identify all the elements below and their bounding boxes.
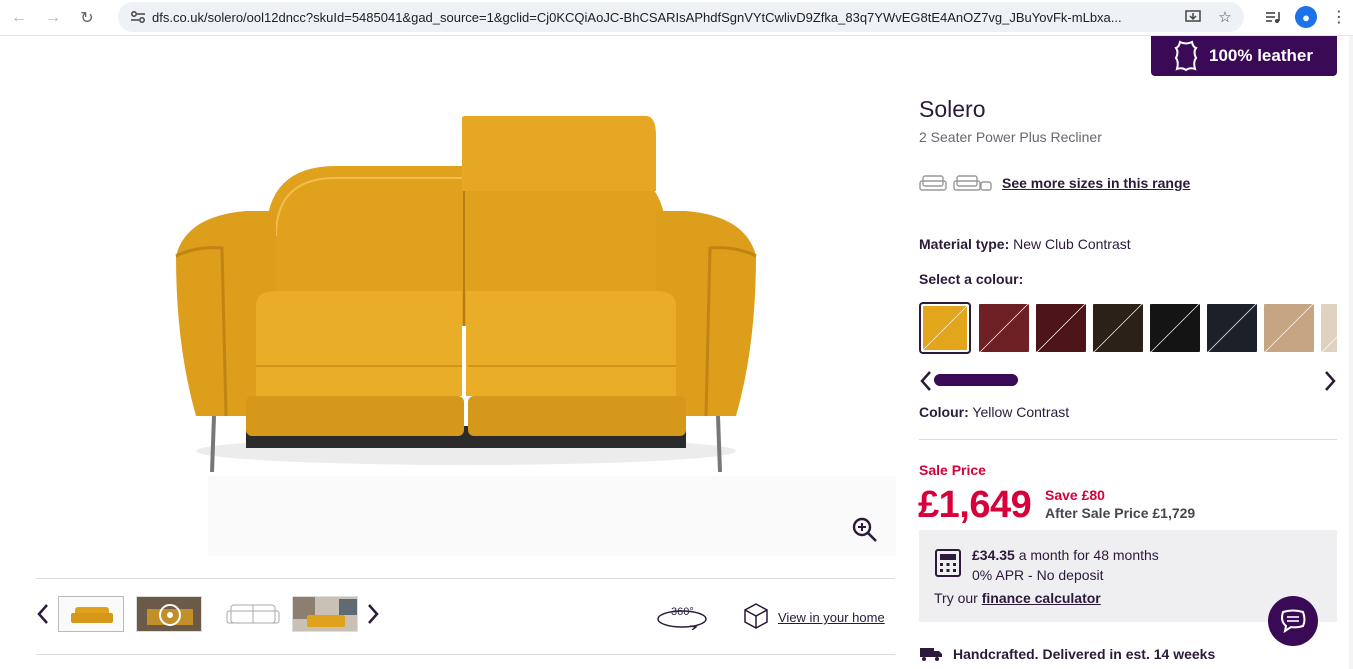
- price-divider: [919, 439, 1337, 440]
- calculator-icon: [935, 549, 961, 577]
- image-backdrop: [208, 476, 896, 556]
- leather-hide-icon: [1174, 40, 1198, 72]
- swatch-cream[interactable]: [1321, 304, 1337, 352]
- selected-colour: Colour: Yellow Contrast: [919, 404, 1069, 420]
- delivery-info: Handcrafted. Delivered in est. 14 weeks: [919, 646, 1215, 662]
- thumb-next-icon[interactable]: [366, 602, 380, 626]
- colour-value: Yellow Contrast: [972, 404, 1070, 420]
- swatch-dark-brown[interactable]: [1093, 304, 1143, 352]
- thumb-prev-icon[interactable]: [36, 602, 50, 626]
- address-bar[interactable]: dfs.co.uk/solero/ool12dncc?skuId=5485041…: [118, 2, 1244, 32]
- swatch-next-icon[interactable]: [1323, 370, 1337, 392]
- finance-apr: 0% APR - No deposit: [972, 567, 1104, 583]
- delivery-text: Handcrafted. Delivered in est. 14 weeks: [953, 646, 1216, 662]
- sale-price: £1,649: [918, 484, 1032, 526]
- site-settings-icon[interactable]: [124, 10, 152, 24]
- install-app-icon[interactable]: [1182, 6, 1204, 28]
- swatch-yellow-contrast[interactable]: [919, 302, 971, 354]
- swatch-prev-icon[interactable]: [919, 370, 933, 392]
- select-colour-heading: Select a colour:: [919, 271, 1024, 287]
- swatch-scroll-indicator[interactable]: [934, 374, 1018, 386]
- material-value: New Club Contrast: [1013, 236, 1131, 252]
- chat-button[interactable]: [1268, 596, 1318, 646]
- see-more-sizes-link[interactable]: See more sizes in this range: [1002, 175, 1190, 191]
- colour-swatches: [919, 302, 1337, 356]
- chat-bubble-icon: [1281, 609, 1306, 633]
- product-title: Solero: [919, 96, 986, 122]
- gallery-divider: [36, 578, 895, 579]
- thumbnail-strip: 360° View in your home: [36, 592, 896, 642]
- zoom-icon[interactable]: [851, 516, 879, 544]
- thumbnail-room-scene[interactable]: [292, 596, 358, 632]
- leather-badge: 100% leather: [1151, 36, 1337, 76]
- leather-badge-label: 100% leather: [1209, 46, 1313, 65]
- two-seater-size-icon[interactable]: [919, 173, 947, 193]
- view-in-home-icon[interactable]: [742, 602, 770, 630]
- back-icon[interactable]: ←: [4, 3, 34, 33]
- media-controls-icon[interactable]: [1259, 3, 1287, 31]
- thumbnail-sofa-front[interactable]: [58, 596, 124, 632]
- colour-label: Colour:: [919, 404, 969, 420]
- after-sale-price: After Sale Price £1,729: [1045, 505, 1196, 521]
- finance-monthly: £34.35 a month for 48 months: [972, 547, 1159, 563]
- swatch-navy[interactable]: [1207, 304, 1257, 352]
- material-label: Material type:: [919, 236, 1010, 252]
- delivery-truck-icon: [920, 648, 942, 661]
- product-subtitle: 2 Seater Power Plus Recliner: [919, 129, 1102, 145]
- forward-icon[interactable]: →: [38, 3, 68, 33]
- view-in-home-link[interactable]: View in your home: [778, 610, 885, 625]
- gallery-bottom-divider: [36, 654, 895, 655]
- thumbnail-line-drawing[interactable]: [218, 596, 284, 632]
- swatch-black[interactable]: [1150, 304, 1200, 352]
- page-scrollbar[interactable]: [1349, 36, 1353, 669]
- swatch-oxblood[interactable]: [1036, 304, 1086, 352]
- size-options: [919, 173, 993, 193]
- sale-price-label: Sale Price: [919, 462, 986, 478]
- finance-monthly-amount: £34.35: [972, 547, 1015, 563]
- menu-kebab-icon[interactable]: ⋮: [1325, 3, 1353, 31]
- bookmark-star-icon[interactable]: ☆: [1214, 6, 1236, 28]
- browser-toolbar: ← → ↻ dfs.co.uk/solero/ool12dncc?skuId=5…: [0, 0, 1353, 36]
- sectional-size-icon[interactable]: [953, 173, 993, 193]
- url-text[interactable]: dfs.co.uk/solero/ool12dncc?skuId=5485041…: [152, 10, 1152, 25]
- save-amount: Save £80: [1045, 487, 1105, 503]
- profile-avatar-icon[interactable]: ●: [1295, 6, 1317, 28]
- reload-icon[interactable]: ↻: [72, 3, 102, 33]
- sofa-product-image: [175, 116, 757, 473]
- finance-calculator-line: Try our finance calculator: [934, 590, 1101, 606]
- material-type: Material type: New Club Contrast: [919, 236, 1131, 252]
- swatch-taupe[interactable]: [1264, 304, 1314, 352]
- finance-monthly-term: a month for 48 months: [1014, 547, 1159, 563]
- swatch-burgundy[interactable]: [979, 304, 1029, 352]
- product-gallery: [36, 36, 896, 578]
- finance-try-prefix: Try our: [934, 590, 982, 606]
- view-360-label[interactable]: 360°: [671, 606, 694, 618]
- thumbnail-360-view[interactable]: [136, 596, 202, 632]
- finance-calculator-link[interactable]: finance calculator: [982, 590, 1101, 606]
